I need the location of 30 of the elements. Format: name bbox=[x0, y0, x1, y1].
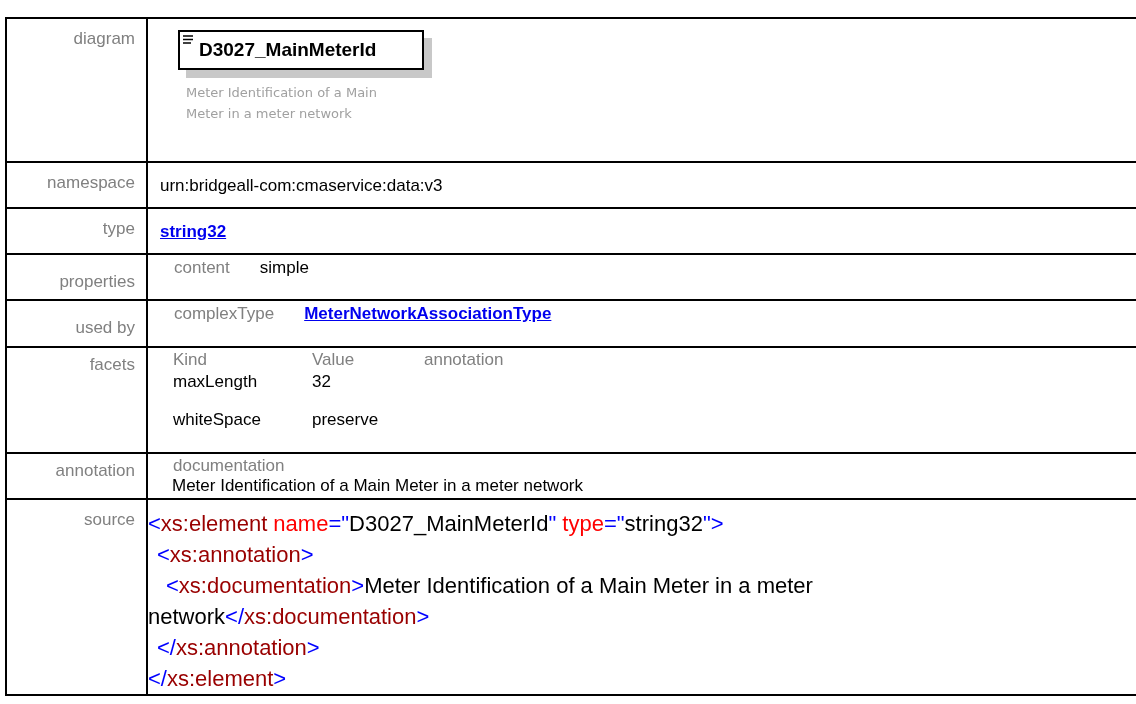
row-label: facets bbox=[89, 355, 135, 374]
column-header: Kind bbox=[173, 350, 209, 370]
code-line: <xs:element name="D3027_MainMeterId" type="string32"> bbox=[148, 510, 725, 538]
facet-kind: maxLength bbox=[173, 372, 259, 393]
namespace-value: urn:bridgeall-com:cmaservice:data:v3 bbox=[160, 176, 443, 195]
property-key: content bbox=[174, 258, 230, 278]
code-line: </xs:element> bbox=[148, 665, 288, 693]
column-header: Value bbox=[312, 350, 356, 370]
used-by-kind: complexType bbox=[174, 304, 275, 324]
facet-kind: whiteSpace bbox=[173, 410, 262, 431]
row-label: type bbox=[102, 219, 135, 238]
annotation-text: Meter Identification of a Main Meter in a meter network bbox=[172, 476, 584, 496]
code-line: <xs:annotation> bbox=[156, 541, 315, 569]
annotation-key: documentation bbox=[173, 456, 1136, 476]
type-link[interactable]: string32 bbox=[160, 222, 227, 241]
row-label: annotation bbox=[55, 461, 135, 480]
row-label: properties bbox=[59, 272, 135, 291]
code-line: <xs:documentation>Meter Identification of a Main Meter in a meter network</xs:documentation> bbox=[148, 572, 814, 631]
facet-value: 32 bbox=[312, 372, 331, 393]
code-line: </xs:annotation> bbox=[156, 634, 321, 662]
row-label: diagram bbox=[73, 29, 135, 48]
used-by-link[interactable]: MeterNetworkAssociationType bbox=[304, 304, 552, 324]
facet-value: preserve bbox=[312, 410, 379, 431]
lines-icon bbox=[183, 35, 193, 44]
element-description: Meter Identification of a Main Meter in a meter network bbox=[186, 84, 378, 123]
row-label: used by bbox=[75, 318, 135, 337]
column-header: annotation bbox=[424, 350, 504, 370]
property-value: simple bbox=[259, 258, 309, 278]
row-label: namespace bbox=[47, 173, 135, 192]
row-label: source bbox=[83, 510, 135, 529]
